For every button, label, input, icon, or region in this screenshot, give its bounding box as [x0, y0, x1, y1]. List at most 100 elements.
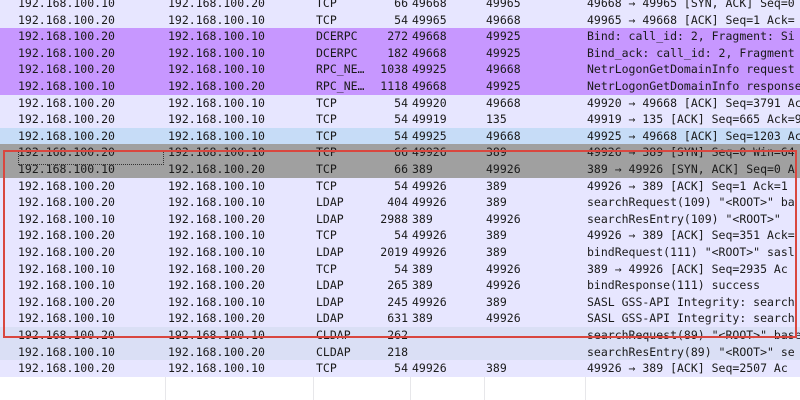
packet-dst-cell: 192.168.100.10	[168, 178, 265, 193]
packet-row[interactable]: 192.168.100.10 192.168.100.20 TCP 54 389 4992…	[0, 260, 800, 278]
packet-len-cell: 54	[394, 95, 408, 110]
packet-len-cell: 2019	[380, 245, 408, 259]
packet-sport-cell: 49919	[412, 112, 447, 127]
packet-row[interactable]: 192.168.100.20 192.168.100.10 LDAP 245 49926…	[0, 293, 800, 311]
packet-info-cell: 49920 → 49668 [ACK] Seq=3791 Ac	[587, 95, 800, 110]
packet-proto-cell: TCP	[316, 361, 337, 376]
packet-src-cell: 192.168.100.10	[18, 344, 115, 359]
packet-info-cell: searchRequest(89) "<ROOT>" base	[587, 328, 800, 342]
packet-dst-cell: 192.168.100.10	[168, 29, 265, 44]
packet-src-cell: 192.168.100.20	[18, 145, 115, 160]
packet-sport-cell: 389	[412, 211, 433, 226]
packet-row[interactable]: 192.168.100.10 192.168.100.20 LDAP 631 389 49…	[0, 310, 800, 327]
packet-len-cell: 54	[394, 12, 408, 27]
packet-len-cell: 66	[394, 0, 408, 10]
packet-row[interactable]: 192.168.100.20 192.168.100.10 CLDAP 262 sear…	[0, 327, 800, 344]
packet-src-cell: 192.168.100.20	[18, 245, 115, 259]
packet-src-cell: 192.168.100.10	[18, 311, 115, 326]
packet-len-cell: 272	[387, 29, 408, 44]
packet-src-cell: 192.168.100.20	[18, 228, 115, 243]
packet-row[interactable]: 192.168.100.20 192.168.100.10 TCP 54 49919 13…	[0, 111, 800, 128]
packet-dport-cell: 389	[486, 245, 507, 259]
packet-row[interactable]: 192.168.100.20 192.168.100.10 DCERPC 272 496…	[0, 28, 800, 45]
packet-row[interactable]: 192.168.100.20 192.168.100.10 TCP 54 49926 38…	[0, 227, 800, 244]
packet-proto-cell: TCP	[316, 112, 337, 127]
packet-src-cell: 192.168.100.20	[18, 29, 115, 44]
packet-row[interactable]: 192.168.100.10 192.168.100.20 RPC_NE… 1118 4…	[0, 78, 800, 95]
packet-proto-cell: TCP	[316, 145, 337, 160]
packet-proto-cell: TCP	[316, 12, 337, 27]
packet-dst-cell: 192.168.100.10	[168, 12, 265, 27]
packet-len-cell: 245	[387, 294, 408, 309]
packet-src-cell: 192.168.100.10	[18, 278, 115, 293]
packet-src-cell: 192.168.100.20	[18, 178, 115, 193]
packet-dst-cell: 192.168.100.20	[168, 344, 265, 359]
packet-dport-cell: 49925	[486, 29, 521, 44]
packet-dst-cell: 192.168.100.20	[168, 162, 265, 176]
packet-row[interactable]: 192.168.100.10 192.168.100.20 LDAP 2988 389 4…	[0, 210, 800, 228]
packet-row[interactable]: 192.168.100.20 192.168.100.10 DCERPC 182 496…	[0, 44, 800, 62]
packet-dport-cell: 389	[486, 145, 507, 160]
packet-row[interactable]: 192.168.100.20 192.168.100.10 RPC_NE… 1038 4…	[0, 61, 800, 78]
packet-row[interactable]: 192.168.100.20 192.168.100.10 TCP 54 49926 38…	[0, 177, 800, 195]
packet-sport-cell: 49926	[412, 228, 447, 243]
packet-len-cell: 2988	[380, 211, 408, 226]
packet-dport-cell: 49668	[486, 12, 521, 27]
packet-len-cell: 1118	[380, 79, 408, 93]
packet-dst-cell: 192.168.100.20	[168, 278, 265, 293]
packet-info-cell: Bind: call_id: 2, Fragment: Si	[587, 29, 795, 44]
packet-dst-cell: 192.168.100.10	[168, 195, 265, 210]
packet-row[interactable]: 192.168.100.20 192.168.100.10 LDAP 404 49926…	[0, 194, 800, 211]
packet-dst-cell: 192.168.100.10	[168, 145, 265, 160]
packet-row[interactable]: 192.168.100.10 192.168.100.20 LDAP 265 389 49…	[0, 277, 800, 294]
packet-sport-cell: 49925	[412, 128, 447, 143]
packet-info-cell: NetrLogonGetDomainInfo request	[587, 62, 795, 77]
packet-sport-cell: 389	[412, 261, 433, 276]
packet-row[interactable]: 192.168.100.10 192.168.100.20 TCP 66 389 4992…	[0, 161, 800, 178]
packet-proto-cell: RPC_NE…	[316, 79, 365, 93]
packet-proto-cell: CLDAP	[316, 328, 351, 342]
packet-info-cell: 389 → 49926 [ACK] Seq=2935 Ac	[587, 261, 788, 276]
packet-src-cell: 192.168.100.20	[18, 12, 115, 27]
packet-row[interactable]: 192.168.100.10 192.168.100.20 TCP 66 49668 49…	[0, 0, 800, 12]
packet-sport-cell: 389	[412, 278, 433, 293]
packet-sport-cell: 49926	[412, 195, 447, 210]
packet-len-cell: 218	[387, 344, 408, 359]
packet-dport-cell: 49668	[486, 62, 521, 77]
packet-info-cell: 49926 → 389 [SYN] Seq=0 Win=64	[587, 145, 795, 160]
packet-proto-cell: TCP	[316, 128, 337, 143]
packet-dst-cell: 192.168.100.10	[168, 228, 265, 243]
packet-proto-cell: LDAP	[316, 294, 344, 309]
packet-row[interactable]: 192.168.100.10 192.168.100.20 CLDAP 218 sear…	[0, 343, 800, 361]
packet-dst-cell: 192.168.100.10	[168, 245, 265, 259]
packet-dport-cell: 389	[486, 228, 507, 243]
packet-len-cell: 54	[394, 261, 408, 276]
packet-dst-cell: 192.168.100.20	[168, 0, 265, 10]
packet-row[interactable]: 192.168.100.20 192.168.100.10 TCP 54 49920 49…	[0, 94, 800, 112]
packet-row[interactable]: 192.168.100.20 192.168.100.10 TCP 54 49926 38…	[0, 360, 800, 377]
packet-row[interactable]: 192.168.100.20 192.168.100.10 TCP 66 49926 38…	[0, 144, 800, 161]
packet-src-cell: 192.168.100.10	[18, 261, 115, 276]
packet-info-cell: 49926 → 389 [ACK] Seq=351 Ack=	[587, 228, 795, 243]
packet-proto-cell: RPC_NE…	[316, 62, 365, 77]
packet-row[interactable]: 192.168.100.20 192.168.100.10 TCP 54 49925 49…	[0, 127, 800, 145]
packet-proto-cell: TCP	[316, 0, 337, 10]
packet-proto-cell: LDAP	[316, 195, 344, 210]
packet-dport-cell: 49926	[486, 162, 521, 176]
packet-len-cell: 54	[394, 228, 408, 243]
packet-proto-cell: TCP	[316, 228, 337, 243]
packet-row[interactable]: 192.168.100.20 192.168.100.10 LDAP 2019 4992…	[0, 244, 800, 261]
packet-row[interactable]: 192.168.100.20 192.168.100.10 TCP 54 49965 49…	[0, 11, 800, 29]
packet-list[interactable]: 192.168.100.10 192.168.100.20 TCP 66 49668 49…	[0, 0, 800, 400]
packet-info-cell: 49926 → 389 [ACK] Seq=2507 Ac	[587, 361, 788, 376]
packet-dst-cell: 192.168.100.10	[168, 128, 265, 143]
packet-dport-cell: 389	[486, 178, 507, 193]
packet-info-cell: 49925 → 49668 [ACK] Seq=1203 Ac	[587, 128, 800, 143]
packet-src-cell: 192.168.100.20	[18, 128, 115, 143]
packet-dport-cell: 49926	[486, 311, 521, 326]
packet-sport-cell: 49668	[412, 45, 447, 60]
packet-proto-cell: LDAP	[316, 311, 344, 326]
packet-proto-cell: TCP	[316, 261, 337, 276]
packet-sport-cell: 49926	[412, 245, 447, 259]
packet-sport-cell: 49926	[412, 178, 447, 193]
